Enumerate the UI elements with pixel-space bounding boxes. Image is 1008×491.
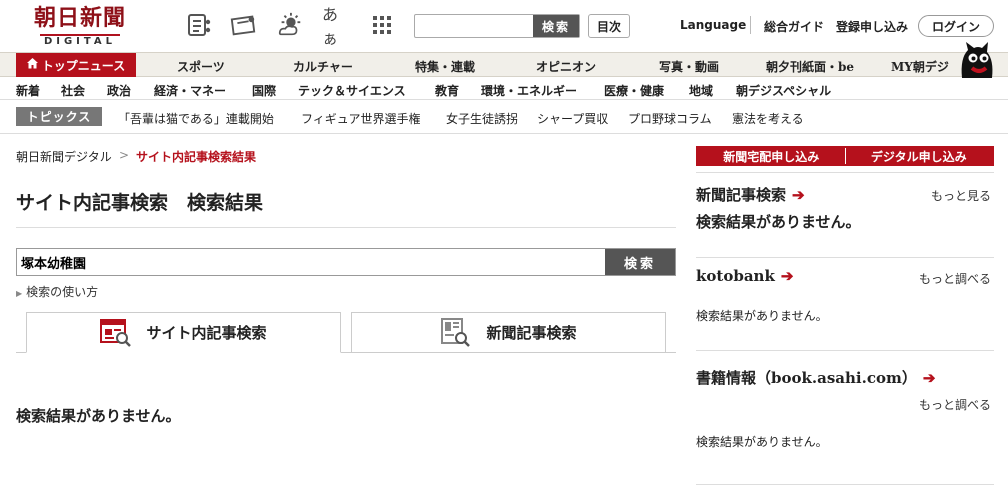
sub-item-economy[interactable]: 経済・マネー [154, 82, 226, 99]
sidebar-book-info-link[interactable]: 書籍情報（book.asahi.com） ➔ [696, 367, 935, 388]
divider [16, 227, 676, 228]
sidebar-no-results: 検索結果がありません。 [696, 435, 828, 449]
no-results-message: 検索結果がありません。 [16, 407, 181, 425]
guide-link[interactable]: 総合ガイド [764, 18, 824, 35]
font-size-label: あぁ [322, 5, 339, 48]
site-header: 朝日新聞 DIGITAL あぁ 検索 目次 Language 総合ガイド 登録申… [0, 0, 1008, 50]
sub-item-environment[interactable]: 環境・エネルギー [481, 82, 577, 99]
page-title: サイト内記事検索 検索結果 [16, 192, 264, 214]
ticket-icon[interactable] [229, 12, 257, 38]
home-icon [26, 58, 38, 72]
nav-item-sports[interactable]: スポーツ [177, 58, 225, 75]
sidebar-kotobank-link[interactable]: kotobank ➔ [696, 267, 793, 285]
nav-item-opinion[interactable]: オピニオン [536, 58, 596, 75]
newspaper-icon[interactable] [186, 12, 214, 38]
sidebar-section-title: kotobank [696, 267, 775, 285]
triangle-right-icon: ▶ [16, 289, 23, 298]
newspaper-delivery-button[interactable]: 新聞宅配申し込み [698, 148, 845, 164]
sub-item-tech-science[interactable]: テック＆サイエンス [298, 82, 406, 99]
site-search-box: 検索 [16, 248, 676, 276]
logo-rule [40, 34, 120, 36]
topic-item[interactable]: 女子生徒誘拐 [446, 110, 518, 127]
sidebar-section-title: 新聞記事検索 [696, 186, 787, 204]
header-search-input[interactable] [417, 16, 533, 36]
sub-navigation: 新着 社会 政治 経済・マネー 国際 テック＆サイエンス 教育 環境・エネルギー… [0, 78, 1008, 100]
divider [696, 172, 994, 173]
tab-newspaper-search[interactable]: 新聞記事検索 [351, 312, 666, 353]
nav-item-paper[interactable]: 朝夕刊紙面・be [766, 58, 854, 75]
site-search-button[interactable]: 検索 [605, 249, 675, 275]
login-button[interactable]: ログイン [918, 15, 994, 37]
article-search-icon [100, 318, 132, 347]
tab-site-search[interactable]: サイト内記事検索 [26, 312, 341, 353]
sub-item-education[interactable]: 教育 [435, 82, 459, 99]
sub-item-special[interactable]: 朝デジスペシャル [736, 82, 831, 99]
digital-subscribe-button[interactable]: デジタル申し込み [844, 148, 993, 164]
more-link[interactable]: もっと見る [931, 187, 991, 204]
tab-site-search-label: サイト内記事検索 [146, 324, 267, 342]
breadcrumb-home[interactable]: 朝日新聞デジタル [16, 148, 112, 165]
arrow-right-icon: ➔ [780, 267, 794, 285]
nav-item-photo-video[interactable]: 写真・動画 [659, 58, 719, 75]
nav-item-my-asadigi[interactable]: MY朝デジ [891, 58, 949, 75]
nav-top-news[interactable]: トップニュース [16, 53, 136, 77]
breadcrumb-separator: > [119, 148, 130, 162]
sidebar-no-results: 検索結果がありません。 [696, 309, 828, 323]
divider [0, 133, 1008, 134]
more-link[interactable]: もっと調べる [919, 270, 991, 287]
search-help-label: 検索の使い方 [26, 285, 99, 299]
site-search-input[interactable] [21, 251, 601, 273]
topic-item[interactable]: シャープ買収 [537, 110, 608, 127]
topics-bar: トピックス 「吾輩は猫である」連載開始 フィギュア世界選手権 女子生徒誘拐 シャ… [0, 107, 1008, 127]
breadcrumb-current: サイト内記事検索結果 [136, 150, 257, 164]
sub-item-health[interactable]: 医療・健康 [604, 82, 664, 99]
header-divider [750, 16, 751, 34]
sub-item-region[interactable]: 地域 [689, 82, 713, 99]
sub-item-international[interactable]: 国際 [252, 82, 276, 99]
subscribe-buttons: 新聞宅配申し込み デジタル申し込み [696, 146, 994, 166]
asahi-digital-logo[interactable]: 朝日新聞 DIGITAL [20, 5, 140, 47]
header-search: 検索 [414, 14, 580, 38]
topic-item[interactable]: 憲法を考える [732, 110, 804, 127]
divider [696, 257, 994, 258]
arrow-right-icon: ➔ [922, 369, 936, 387]
tab-newspaper-search-label: 新聞記事検索 [486, 324, 577, 342]
nav-item-features[interactable]: 特集・連載 [415, 58, 475, 75]
sub-item-politics[interactable]: 政治 [107, 82, 131, 99]
topic-item[interactable]: 「吾輩は猫である」連載開始 [118, 110, 274, 127]
topics-label: トピックス [16, 107, 102, 126]
arrow-right-icon: ➔ [792, 186, 805, 204]
divider [696, 350, 994, 351]
sub-item-latest[interactable]: 新着 [16, 82, 40, 99]
more-link[interactable]: もっと調べる [919, 396, 991, 413]
topic-item[interactable]: プロ野球コラム [628, 110, 712, 127]
grid-menu-icon[interactable] [368, 12, 396, 38]
register-link[interactable]: 登録申し込み [836, 18, 908, 35]
sub-item-society[interactable]: 社会 [61, 82, 85, 99]
header-search-button[interactable]: 検索 [533, 15, 579, 37]
logo-text-en: DIGITAL [43, 36, 117, 47]
sidebar-newspaper-search-link[interactable]: 新聞記事検索 ➔ [696, 184, 805, 205]
weather-icon[interactable] [276, 12, 304, 38]
nav-top-news-label: トップニュース [41, 58, 126, 73]
font-size-icon[interactable]: あぁ [322, 5, 350, 48]
newspaper-search-icon [440, 317, 472, 348]
sidebar-section-title: 書籍情報（book.asahi.com） [696, 369, 917, 387]
topic-item[interactable]: フィギュア世界選手権 [301, 110, 421, 127]
search-help-link[interactable]: ▶ 検索の使い方 [16, 283, 98, 300]
nav-item-culture[interactable]: カルチャー [293, 58, 353, 75]
main-navigation: トップニュース スポーツ カルチャー 特集・連載 オピニオン 写真・動画 朝夕刊… [0, 52, 1008, 77]
divider [696, 484, 994, 485]
mascot-icon[interactable] [954, 40, 998, 80]
table-of-contents-button[interactable]: 目次 [588, 14, 630, 38]
logo-text-ja: 朝日新聞 [33, 5, 126, 31]
sidebar-no-results: 検索結果がありません。 [696, 213, 861, 231]
language-link[interactable]: Language [680, 18, 746, 32]
